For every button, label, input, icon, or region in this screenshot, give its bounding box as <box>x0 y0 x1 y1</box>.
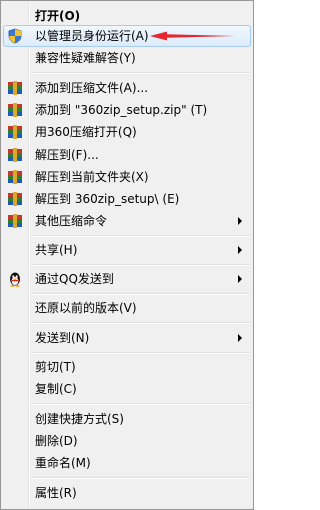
callout-arrow-icon <box>150 31 235 41</box>
archive-icon <box>8 170 22 184</box>
menu-item-send-to[interactable]: 发送到(N) <box>3 327 251 349</box>
menu-separator <box>31 264 250 265</box>
menu-item-delete[interactable]: 删除(D) <box>3 430 251 452</box>
menu-item-cut-label: 剪切(T) <box>35 360 76 374</box>
menu-item-extract-to-label: 解压到(F)... <box>35 148 99 162</box>
menu-item-rename[interactable]: 重命名(M) <box>3 452 251 474</box>
menu-item-add-to-archive-label: 添加到压缩文件(A)... <box>35 81 149 95</box>
menu-item-create-shortcut-label: 创建快捷方式(S) <box>35 412 124 426</box>
menu-item-add-to-zip[interactable]: 添加到 "360zip_setup.zip" (T) <box>3 99 251 121</box>
menu-item-cut[interactable]: 剪切(T) <box>3 356 251 378</box>
submenu-arrow-icon <box>238 334 242 342</box>
menu-item-send-via-qq-label: 通过QQ发送到 <box>35 272 114 286</box>
uac-shield-icon <box>8 28 22 44</box>
archive-icon <box>8 103 22 117</box>
menu-item-troubleshoot[interactable]: 兼容性疑难解答(Y) <box>3 47 251 69</box>
menu-item-other-commands[interactable]: 其他压缩命令 <box>3 210 251 232</box>
menu-item-open-with-360-label: 用360压缩打开(Q) <box>35 125 137 139</box>
submenu-arrow-icon <box>238 217 242 225</box>
menu-item-other-commands-label: 其他压缩命令 <box>35 214 108 228</box>
menu-item-add-to-zip-label: 添加到 "360zip_setup.zip" (T) <box>35 103 208 117</box>
menu-item-extract-to[interactable]: 解压到(F)... <box>3 144 251 166</box>
menu-separator <box>31 322 250 323</box>
menu-item-create-shortcut[interactable]: 创建快捷方式(S) <box>3 408 251 430</box>
archive-icon <box>8 81 22 95</box>
menu-separator <box>31 352 250 353</box>
menu-item-restore-previous[interactable]: 还原以前的版本(V) <box>3 297 251 319</box>
context-menu: 打开(O) 以管理员身份运行(A) 兼容性疑难解答(Y) 添加到压缩文件(A).… <box>0 0 254 510</box>
menu-item-share-label: 共享(H) <box>35 243 78 257</box>
menu-item-rename-label: 重命名(M) <box>35 456 91 470</box>
menu-item-send-to-label: 发送到(N) <box>35 331 90 345</box>
archive-icon <box>8 192 22 206</box>
menu-item-properties[interactable]: 属性(R) <box>3 482 251 504</box>
archive-icon <box>8 148 22 162</box>
qq-penguin-icon <box>10 272 20 287</box>
menu-item-open-with-360[interactable]: 用360压缩打开(Q) <box>3 121 251 143</box>
menu-separator <box>31 72 250 73</box>
menu-item-troubleshoot-label: 兼容性疑难解答(Y) <box>35 51 136 65</box>
menu-item-add-to-archive[interactable]: 添加到压缩文件(A)... <box>3 77 251 99</box>
submenu-arrow-icon <box>238 246 242 254</box>
menu-item-restore-previous-label: 还原以前的版本(V) <box>35 301 137 315</box>
menu-item-delete-label: 删除(D) <box>35 434 78 448</box>
menu-item-open-label: 打开(O) <box>35 9 81 23</box>
menu-item-extract-here[interactable]: 解压到当前文件夹(X) <box>3 166 251 188</box>
menu-item-open[interactable]: 打开(O) <box>3 5 251 27</box>
menu-separator <box>31 293 250 294</box>
menu-item-send-via-qq[interactable]: 通过QQ发送到 <box>3 268 251 290</box>
menu-separator <box>31 403 250 404</box>
menu-item-share[interactable]: 共享(H) <box>3 239 251 261</box>
menu-separator <box>31 477 250 478</box>
menu-item-extract-to-folder-label: 解压到 360zip_setup\ (E) <box>35 192 180 206</box>
menu-item-copy[interactable]: 复制(C) <box>3 378 251 400</box>
submenu-arrow-icon <box>238 275 242 283</box>
menu-item-run-as-admin-label: 以管理员身份运行(A) <box>35 29 149 43</box>
menu-item-properties-label: 属性(R) <box>35 486 77 500</box>
menu-item-extract-to-folder[interactable]: 解压到 360zip_setup\ (E) <box>3 188 251 210</box>
menu-item-extract-here-label: 解压到当前文件夹(X) <box>35 170 149 184</box>
menu-item-copy-label: 复制(C) <box>35 382 77 396</box>
menu-separator <box>31 235 250 236</box>
archive-icon <box>8 125 22 139</box>
archive-icon <box>8 214 22 228</box>
